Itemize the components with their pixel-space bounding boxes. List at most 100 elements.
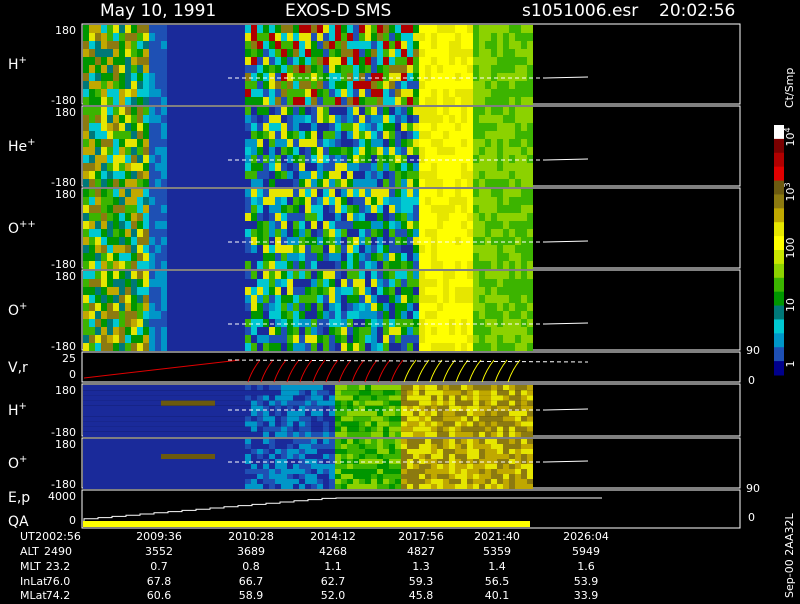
spectrogram-cell bbox=[227, 390, 233, 396]
spectrogram-cell bbox=[413, 163, 419, 171]
colorbar-swatch bbox=[774, 236, 784, 251]
spectrogram-cell bbox=[491, 335, 497, 343]
y-tick-top: 180 bbox=[55, 188, 76, 201]
spectrogram-cell bbox=[503, 327, 509, 335]
spectrogram-cell bbox=[509, 311, 515, 319]
spectrogram-cell bbox=[101, 81, 107, 89]
spectrogram-cell bbox=[263, 213, 269, 221]
spectrogram-cell bbox=[269, 155, 275, 163]
spectrogram-cell bbox=[509, 327, 515, 335]
spectrogram-cell bbox=[515, 261, 521, 269]
spectrogram-cell bbox=[389, 197, 395, 205]
spectrogram-cell bbox=[425, 57, 431, 65]
spectrogram-cell bbox=[437, 271, 443, 279]
spectrogram-cell bbox=[383, 287, 389, 295]
spectrogram-cell bbox=[143, 484, 149, 489]
spectrogram-cell bbox=[503, 123, 509, 131]
spectrogram-cell bbox=[245, 335, 251, 343]
spectrogram-cell bbox=[293, 33, 299, 41]
spectrogram-cell bbox=[113, 213, 119, 221]
spectrogram-cell bbox=[245, 261, 251, 269]
spectrogram-cell bbox=[425, 229, 431, 237]
spectrogram-cell bbox=[485, 139, 491, 147]
spectrogram-cell bbox=[191, 41, 197, 49]
spectrogram-cell bbox=[233, 189, 239, 197]
spectrogram-cell bbox=[359, 454, 365, 459]
spectrogram-cell bbox=[359, 107, 365, 115]
spectrogram-cell bbox=[113, 131, 119, 139]
spectrogram-cell bbox=[317, 449, 323, 454]
spectrogram-cell bbox=[395, 400, 401, 406]
spectrogram-cell bbox=[347, 41, 353, 49]
spectrogram-cell bbox=[497, 49, 503, 57]
spectrogram-cell bbox=[227, 335, 233, 343]
spectrogram-cell bbox=[311, 179, 317, 187]
spectrogram-cell bbox=[197, 279, 203, 287]
spectrogram-cell bbox=[167, 57, 173, 65]
spectrogram-cell bbox=[353, 49, 359, 57]
spectrogram-cell bbox=[221, 449, 227, 454]
spectrogram-cell bbox=[239, 65, 245, 73]
spectrogram-cell bbox=[173, 25, 179, 33]
spectrogram-cell bbox=[419, 155, 425, 163]
spectrogram-cell bbox=[491, 131, 497, 139]
spectrogram-cell bbox=[287, 41, 293, 49]
spectrogram-cell bbox=[353, 335, 359, 343]
spectrogram-cell bbox=[371, 385, 377, 391]
spectrogram-cell bbox=[335, 189, 341, 197]
spectrogram-cell bbox=[521, 449, 527, 454]
spectrogram-cell bbox=[443, 335, 449, 343]
spectrogram-cell bbox=[341, 131, 347, 139]
spectrogram-cell bbox=[215, 163, 221, 171]
spectrogram-cell bbox=[239, 295, 245, 303]
spectrogram-cell bbox=[101, 311, 107, 319]
spectrogram-cell bbox=[383, 81, 389, 89]
spectrogram-cell bbox=[89, 385, 95, 391]
spectrogram-cell bbox=[413, 89, 419, 97]
spectrogram-cell bbox=[425, 123, 431, 131]
spectrogram-cell bbox=[125, 261, 131, 269]
spectrogram-cell bbox=[503, 474, 509, 479]
spectrogram-cell bbox=[377, 123, 383, 131]
spectrogram-cell bbox=[107, 327, 113, 335]
spectrogram-cell bbox=[425, 65, 431, 73]
spectrogram-cell bbox=[377, 426, 383, 432]
spectrogram-cell bbox=[251, 229, 257, 237]
spectrogram-cell bbox=[407, 484, 413, 489]
spectrogram-cell bbox=[221, 229, 227, 237]
spectrogram-cell bbox=[341, 431, 347, 437]
spectrogram-cell bbox=[281, 464, 287, 469]
spectrogram-cell bbox=[239, 221, 245, 229]
spectrogram-cell bbox=[113, 454, 119, 459]
spectrogram-cell bbox=[485, 147, 491, 155]
spectrogram-cell bbox=[209, 33, 215, 41]
spectrogram-cell bbox=[461, 311, 467, 319]
spectrogram-cell bbox=[131, 147, 137, 155]
spectrogram-cell bbox=[221, 421, 227, 427]
spectrogram-cell bbox=[527, 271, 533, 279]
spectrogram-cell bbox=[221, 474, 227, 479]
spectrogram-cell bbox=[179, 444, 185, 449]
spectrogram-cell bbox=[281, 469, 287, 474]
spectrogram-cell bbox=[479, 155, 485, 163]
spectrogram-cell bbox=[455, 163, 461, 171]
spectrogram-cell bbox=[299, 385, 305, 391]
spectrogram-cell bbox=[137, 444, 143, 449]
spectrogram-cell bbox=[95, 439, 101, 444]
spectrogram-cell bbox=[425, 97, 431, 105]
spectrogram-cell bbox=[227, 279, 233, 287]
spectrogram-cell bbox=[197, 303, 203, 311]
spectrogram-cell bbox=[161, 147, 167, 155]
spectrogram-cell bbox=[443, 81, 449, 89]
spectrogram-cell bbox=[143, 385, 149, 391]
spectrogram-cell bbox=[335, 319, 341, 327]
spectrogram-cell bbox=[107, 25, 113, 33]
spectrogram-cell bbox=[317, 421, 323, 427]
spectrogram-cell bbox=[341, 400, 347, 406]
spectrogram-cell bbox=[107, 41, 113, 49]
spectrogram-cell bbox=[299, 229, 305, 237]
spectrogram-cell bbox=[437, 221, 443, 229]
spectrogram-cell bbox=[107, 335, 113, 343]
spectrogram-cell bbox=[203, 81, 209, 89]
spectrogram-cell bbox=[293, 237, 299, 245]
